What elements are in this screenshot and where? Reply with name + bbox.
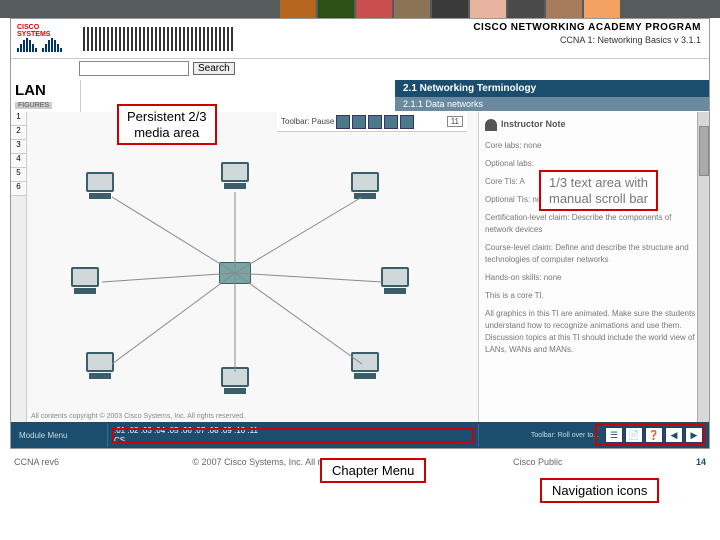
toolbar-number: 11 xyxy=(447,116,463,127)
footer-left: CCNA rev6 xyxy=(14,457,59,467)
wires xyxy=(27,132,478,407)
nav-prev-icon[interactable]: ◀ xyxy=(665,427,683,443)
module-toolbar-label: Toolbar: Roll over to... xyxy=(531,432,599,439)
instructor-note-heading: Instructor Note xyxy=(501,118,566,132)
nav-glossary-icon[interactable]: 📄 xyxy=(625,427,643,443)
print-icon[interactable] xyxy=(368,115,382,129)
figure-item[interactable]: 4 xyxy=(11,154,26,168)
lan-label: LAN xyxy=(15,82,76,99)
toolbar-label: Toolbar: Pause xyxy=(281,117,334,126)
app-window: CISCO SYSTEMS CISCO NETWORKING ACADEMY P… xyxy=(10,18,710,449)
program-subtitle: CCNA 1: Networking Basics v 3.1.1 xyxy=(473,35,701,45)
callout-chapter-menu: Chapter Menu xyxy=(320,458,426,483)
module-course: CS xyxy=(114,436,472,445)
scrollbar-thumb[interactable] xyxy=(699,126,709,176)
text-panel: Instructor Note Core labs: none Optional… xyxy=(479,112,709,422)
sound-icon[interactable] xyxy=(352,115,366,129)
text-line: Optional labs: xyxy=(485,158,701,170)
callout-media: Persistent 2/3 media area xyxy=(117,104,217,145)
nav-index-icon[interactable]: ☰ xyxy=(605,427,623,443)
person-icon xyxy=(485,119,497,131)
figure-item[interactable]: 5 xyxy=(11,168,26,182)
text-line: This is a core TI. xyxy=(485,290,701,302)
media-panel: Persistent 2/3 media area Toolbar: Pause… xyxy=(27,112,479,422)
figures-label: FIGURES xyxy=(15,102,52,109)
page-number: 14 xyxy=(696,457,706,467)
cisco-logo: CISCO SYSTEMS xyxy=(17,24,73,54)
search-button[interactable]: Search xyxy=(193,62,235,75)
figure-item[interactable]: 6 xyxy=(11,182,26,196)
text-line: Certification-level claim: Describe the … xyxy=(485,212,701,236)
nav-help-icon[interactable]: ❓ xyxy=(645,427,663,443)
media-copyright: All contents copyright © 2003 Cisco Syst… xyxy=(31,413,245,420)
module-menu-label[interactable]: Module Menu xyxy=(11,431,107,440)
network-diagram xyxy=(27,132,478,407)
breadcrumb-section: 2.1 Networking Terminology xyxy=(395,80,709,97)
figure-item[interactable]: 1 xyxy=(11,112,26,126)
figure-item[interactable]: 2 xyxy=(11,126,26,140)
figure-list: 1 2 3 4 5 6 xyxy=(11,112,27,422)
text-line: Course-level claim: Define and describe … xyxy=(485,242,701,266)
figure-item[interactable]: 3 xyxy=(11,140,26,154)
header: CISCO SYSTEMS CISCO NETWORKING ACADEMY P… xyxy=(11,19,709,59)
text-line: Hands-on skills: none xyxy=(485,272,701,284)
header-stripes xyxy=(83,27,233,51)
program-title: CISCO NETWORKING ACADEMY PROGRAM xyxy=(473,22,701,33)
module-numbers[interactable]: .01 .02 .03 .04 .05 .06 .07 .08 .09 .10 … xyxy=(114,426,472,435)
search-input[interactable] xyxy=(79,61,189,76)
callout-text-area: 1/3 text area with manual scroll bar xyxy=(539,170,658,211)
text-line: All graphics in this TI are animated. Ma… xyxy=(485,308,701,356)
module-bar: Module Menu .01 .02 .03 .04 .05 .06 .07 … xyxy=(11,422,709,448)
nav-next-icon[interactable]: ▶ xyxy=(685,427,703,443)
scrollbar[interactable] xyxy=(697,112,709,422)
zoom-out-icon[interactable] xyxy=(384,115,398,129)
zoom-in-icon[interactable] xyxy=(400,115,414,129)
text-line: Core labs: none xyxy=(485,140,701,152)
callout-nav-icons: Navigation icons xyxy=(540,478,659,503)
footer-label: Cisco Public xyxy=(513,457,563,467)
breadcrumb-page: 2.1.1 Data networks xyxy=(395,97,709,111)
play-icon[interactable] xyxy=(336,115,350,129)
